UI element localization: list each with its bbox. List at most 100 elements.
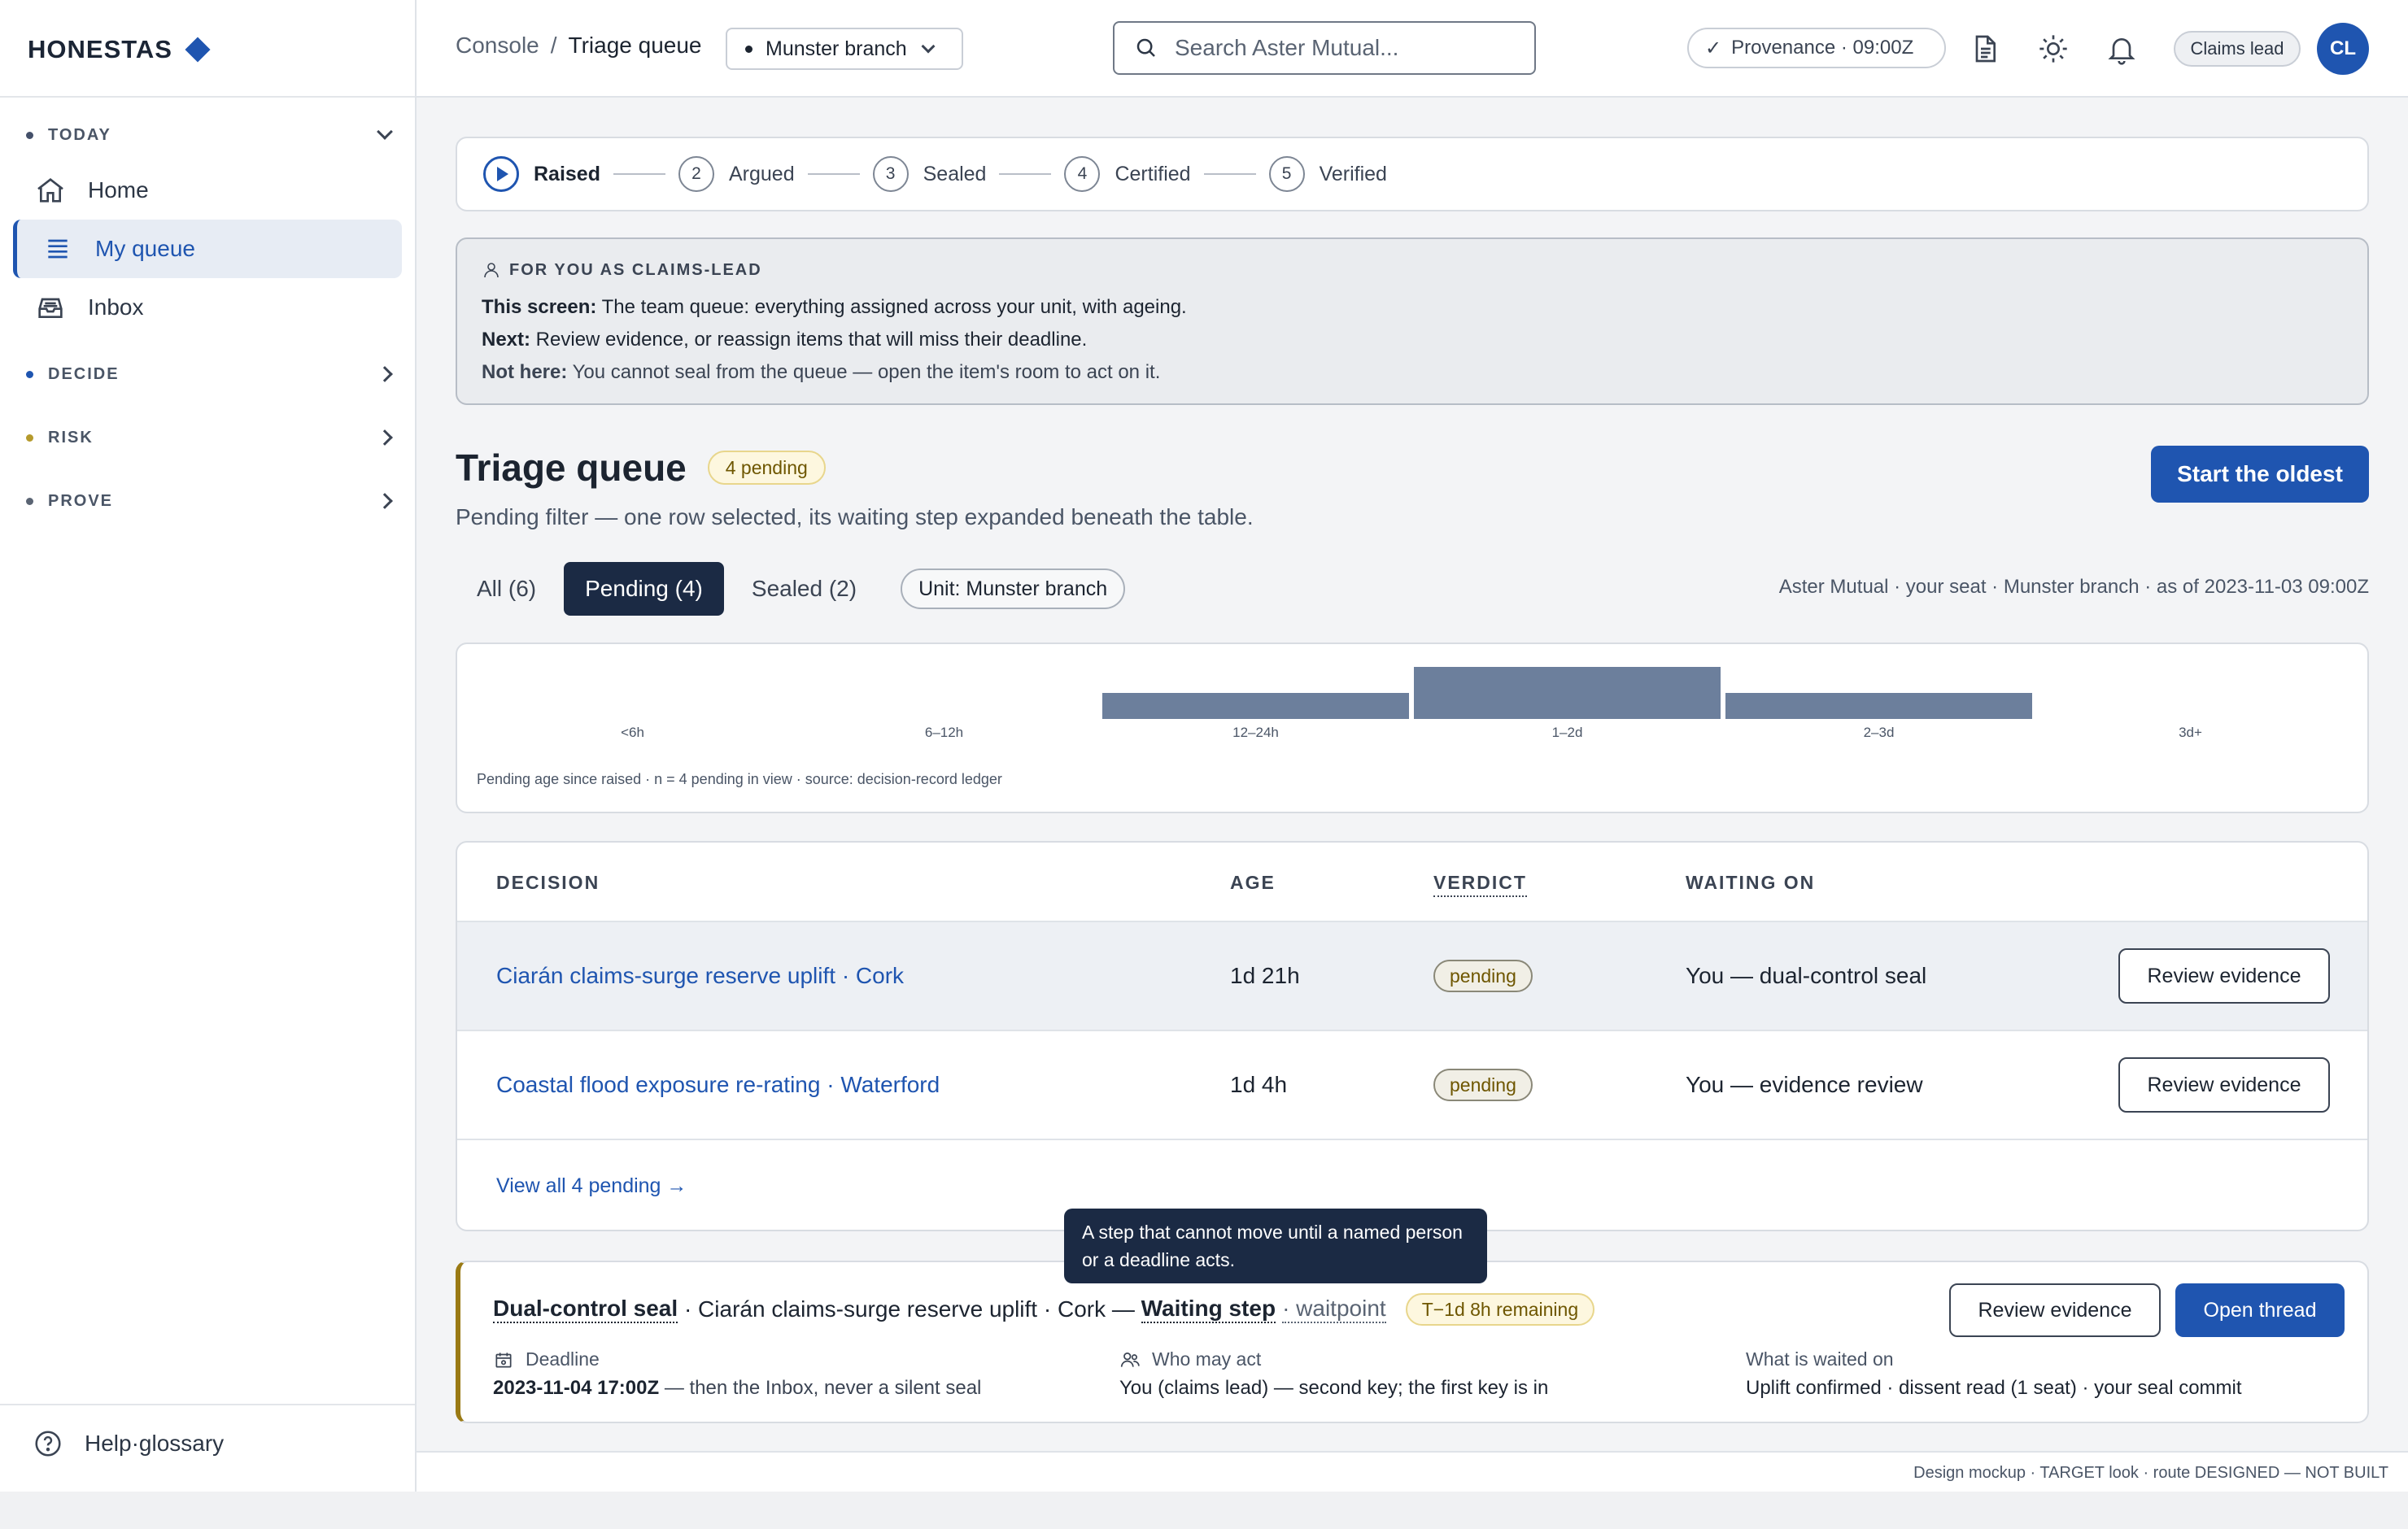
tab-sealed[interactable]: Sealed (2) [731,562,878,616]
search-input[interactable]: Search Aster Mutual... [1113,21,1536,75]
waited-on-meta: What is waited on Uplift confirmed · dis… [1746,1348,2242,1400]
sidebar-item-inbox[interactable]: Inbox [13,278,402,337]
histogram-tick-label: 12–24h [1232,725,1279,740]
waitpoint-tooltip: A step that cannot move until a named pe… [1064,1209,1487,1283]
tab-all[interactable]: All (6) [456,562,557,616]
step-raised[interactable]: Raised [483,156,600,192]
search-placeholder: Search Aster Mutual... [1175,35,1399,60]
sidebar-section-decide[interactable]: DECIDE [26,358,393,390]
waiting-step-term[interactable]: Waiting step [1141,1296,1276,1323]
brand-name: HONESTAS [28,35,172,63]
guidance-heading-text: FOR YOU AS CLAIMS-LEAD [509,260,762,279]
waited-on-value: Uplift confirmed · dissent read (1 seat)… [1746,1377,2242,1399]
guidance-heading: FOR YOU AS CLAIMS-LEAD [482,260,2343,280]
app-shell: HONESTAS TODAY Home My queue Inbox DECID… [0,0,2408,1492]
pending-count-badge: 4 pending [707,451,826,485]
table-row[interactable]: Ciarán claims-surge reserve uplift · Cor… [457,922,2367,1031]
step-number: 4 [1064,156,1101,192]
check-icon: ✓ [1705,37,1722,59]
seat-context-note: Aster Mutual · your seat · Munster branc… [1778,576,2369,598]
column-header-waiting-on: WAITING ON [1686,872,1816,893]
queue-table: DECISION AGE VERDICT WAITING ON Ciarán c… [456,841,2369,1231]
tab-pending[interactable]: Pending (4) [564,562,724,616]
step-certified[interactable]: 4 Certified [1064,156,1191,192]
chevron-right-icon [377,493,393,509]
user-icon [484,263,499,278]
step-sealed[interactable]: 3 Sealed [872,156,986,192]
time-remaining-badge: T−1d 8h remaining [1405,1293,1595,1326]
section-label: PROVE [48,491,114,510]
table-header: DECISION AGE VERDICT WAITING ON [457,843,2367,922]
sidebar-item-label: Home [88,177,149,203]
sidebar-section-risk[interactable]: RISK [26,421,393,454]
deadline-value: 2023-11-04 17:00Z [493,1377,660,1399]
breadcrumb-current: Triage queue [568,33,702,58]
who-may-act-meta: Who may act You (claims lead) — second k… [1119,1348,1548,1400]
step-label: Argued [728,162,795,185]
provenance-label: Provenance · 09:00Z [1731,37,1914,59]
home-icon [37,177,63,203]
breadcrumb-separator: / [550,33,557,58]
who-may-act-label: Who may act [1152,1348,1262,1370]
review-evidence-button[interactable]: Review evidence [2118,948,2330,1004]
start-oldest-button[interactable]: Start the oldest [2151,446,2369,503]
help-glossary-link[interactable]: Help·glossary [33,1428,224,1459]
play-icon [483,156,519,192]
step-number: 2 [678,156,714,192]
column-header-age[interactable]: AGE [1230,872,1276,894]
deadline-meta: Deadline 2023-11-04 17:00Z — then the In… [493,1348,981,1400]
chevron-down-icon [921,39,936,54]
section-label: DECIDE [48,364,120,383]
section-dot [26,370,33,378]
column-header-decision: DECISION [496,872,600,893]
role-guidance-panel: FOR YOU AS CLAIMS-LEAD This screen: The … [456,237,2369,405]
waitpoint-term[interactable]: · waitpoint [1282,1296,1386,1323]
breadcrumb: Console / Triage queue [456,33,701,59]
unit-filter-chip[interactable]: Unit: Munster branch [901,568,1126,609]
histogram-bar-2[interactable] [1102,693,1409,719]
lifecycle-stepper: Raised 2 Argued 3 Sealed 4 Certified 5 V… [456,137,2369,211]
decision-link[interactable]: Ciarán claims-surge reserve uplift · Cor… [496,963,904,989]
waiting-on-cell: You — evidence review [1686,1072,1923,1097]
guidance-next: Next: Review evidence, or reassign items… [482,329,1088,351]
guidance-not-here: Not here: You cannot seal from the queue… [482,361,1161,383]
section-dot [26,131,33,139]
histogram-bar-3[interactable] [1414,667,1721,719]
brand-logo[interactable]: HONESTAS [28,31,211,68]
sidebar-item-my-queue[interactable]: My queue [13,220,402,278]
provenance-chip[interactable]: ✓ Provenance · 09:00Z [1687,28,1946,68]
section-dot [26,497,33,505]
filter-tabs: All (6) Pending (4) Sealed (2) Unit: Mun… [456,561,1126,616]
sidebar-item-home[interactable]: Home [13,161,402,220]
avatar[interactable]: CL [2317,23,2369,75]
step-argued[interactable]: 2 Argued [678,156,795,192]
waitpoint-step-name[interactable]: Dual-control seal [493,1296,678,1323]
design-mockup-note: Design mockup · TARGET look · route DESI… [1913,1464,2388,1482]
column-header-verdict[interactable]: VERDICT [1433,872,1527,897]
step-verified[interactable]: 5 Verified [1268,156,1387,192]
verdict-badge: pending [1433,1069,1533,1101]
waitpoint-review-evidence-button[interactable]: Review evidence [1949,1283,2161,1337]
histogram-bar-4[interactable] [1725,693,2032,719]
step-connector [1203,173,1256,175]
sidebar-divider [0,96,415,98]
review-evidence-button[interactable]: Review evidence [2118,1057,2330,1113]
document-icon[interactable] [1969,33,2001,65]
table-row[interactable]: Coastal flood exposure re-rating · Water… [457,1031,2367,1140]
branch-select[interactable]: Munster branch [726,28,963,70]
bell-icon[interactable] [2105,33,2138,65]
step-connector [613,173,665,175]
deadline-label: Deadline [526,1348,600,1370]
breadcrumb-root[interactable]: Console [456,33,539,59]
open-thread-button[interactable]: Open thread [2175,1283,2345,1337]
sun-icon[interactable] [2037,33,2070,65]
role-chip[interactable]: Claims lead [2174,31,2301,67]
help-icon [35,1431,61,1457]
sidebar-section-today[interactable]: TODAY [26,119,393,151]
sidebar-section-prove[interactable]: PROVE [26,485,393,517]
help-label: Help·glossary [85,1431,225,1456]
histogram-tick-label: 6–12h [925,725,963,740]
decision-link[interactable]: Coastal flood exposure re-rating · Water… [496,1072,940,1098]
section-label: RISK [48,428,94,447]
view-all-pending-link[interactable]: View all 4 pending → [496,1174,687,1198]
